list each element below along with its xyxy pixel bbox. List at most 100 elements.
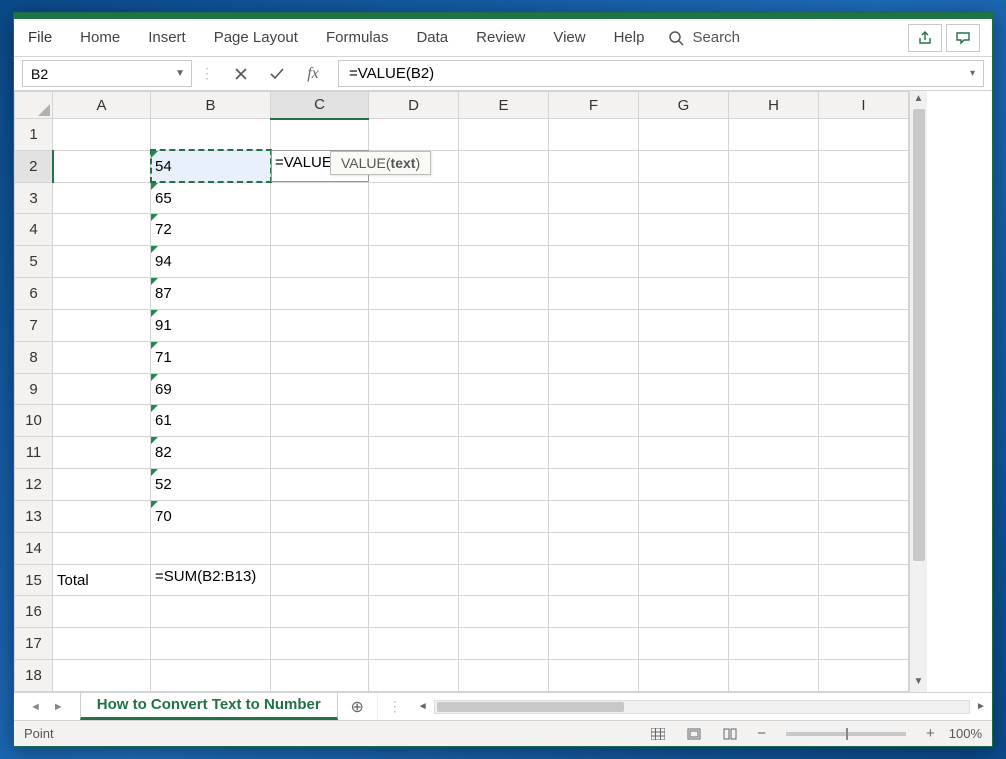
cell[interactable] [369, 278, 459, 310]
col-header-I[interactable]: I [819, 92, 909, 119]
cell[interactable] [819, 150, 909, 182]
cell[interactable] [819, 628, 909, 660]
cell-B15[interactable]: =SUM(B2:B13) [151, 564, 271, 596]
cell[interactable] [151, 628, 271, 660]
cell[interactable] [53, 405, 151, 437]
cell[interactable] [459, 437, 549, 469]
ribbon-tab-data[interactable]: Data [402, 21, 462, 54]
col-header-C[interactable]: C [271, 92, 369, 119]
cell[interactable] [819, 660, 909, 692]
cell-A15[interactable]: Total [53, 564, 151, 596]
cell[interactable] [639, 309, 729, 341]
cell[interactable] [271, 341, 369, 373]
cell[interactable] [53, 373, 151, 405]
cell-B11[interactable]: 82 [151, 437, 271, 469]
cell[interactable] [369, 532, 459, 564]
zoom-slider[interactable] [786, 732, 906, 736]
cell[interactable] [459, 214, 549, 246]
cell[interactable] [53, 628, 151, 660]
col-header-B[interactable]: B [151, 92, 271, 119]
row-header[interactable]: 16 [15, 596, 53, 628]
ribbon-tab-home[interactable]: Home [66, 21, 134, 54]
cell[interactable] [53, 469, 151, 501]
cell[interactable] [639, 628, 729, 660]
cell[interactable] [549, 278, 639, 310]
search-box[interactable]: Search [658, 25, 750, 50]
cell[interactable] [639, 214, 729, 246]
cell[interactable] [639, 564, 729, 596]
ribbon-tab-review[interactable]: Review [462, 21, 539, 54]
cell-B8[interactable]: 71 [151, 341, 271, 373]
ribbon-tab-insert[interactable]: Insert [134, 21, 200, 54]
cell[interactable] [271, 309, 369, 341]
row-header[interactable]: 11 [15, 437, 53, 469]
cell[interactable] [639, 437, 729, 469]
cell[interactable] [53, 309, 151, 341]
cell[interactable] [729, 182, 819, 214]
vertical-scrollbar[interactable]: ▲ ▼ [909, 91, 927, 692]
cell[interactable] [729, 532, 819, 564]
sheet-tab-active[interactable]: How to Convert Text to Number [80, 693, 338, 720]
sheet-prev-icon[interactable]: ◄ [30, 701, 41, 713]
cell[interactable] [271, 500, 369, 532]
cell[interactable] [459, 246, 549, 278]
ribbon-tab-help[interactable]: Help [600, 21, 659, 54]
cell[interactable] [819, 500, 909, 532]
cell[interactable] [819, 405, 909, 437]
row-header[interactable]: 6 [15, 278, 53, 310]
cell[interactable] [459, 150, 549, 182]
scroll-left-icon[interactable]: ◄ [416, 701, 430, 712]
cell-B3[interactable]: 65 [151, 182, 271, 214]
cell[interactable] [151, 596, 271, 628]
cell[interactable] [819, 278, 909, 310]
cancel-button[interactable] [230, 67, 252, 81]
cell[interactable] [549, 246, 639, 278]
cell[interactable] [459, 119, 549, 151]
cell[interactable] [459, 660, 549, 692]
cell[interactable] [271, 469, 369, 501]
sheet-next-icon[interactable]: ► [53, 701, 64, 713]
cell[interactable] [459, 278, 549, 310]
cell[interactable] [729, 405, 819, 437]
cell[interactable] [369, 119, 459, 151]
cell[interactable] [53, 341, 151, 373]
cell[interactable] [639, 405, 729, 437]
cell[interactable] [369, 405, 459, 437]
cell[interactable] [729, 214, 819, 246]
cell[interactable] [459, 341, 549, 373]
row-header[interactable]: 7 [15, 309, 53, 341]
cell[interactable] [639, 182, 729, 214]
row-header[interactable]: 3 [15, 182, 53, 214]
cell[interactable] [53, 500, 151, 532]
cell[interactable] [639, 373, 729, 405]
cell-B9[interactable]: 69 [151, 373, 271, 405]
cell[interactable] [459, 469, 549, 501]
cell[interactable] [459, 500, 549, 532]
cell[interactable] [369, 500, 459, 532]
cell[interactable] [729, 628, 819, 660]
cell[interactable] [53, 246, 151, 278]
formula-input[interactable]: =VALUE(B2) ▾ [338, 60, 984, 87]
cell[interactable] [819, 373, 909, 405]
cell[interactable] [271, 532, 369, 564]
cell[interactable] [369, 628, 459, 660]
cell[interactable] [53, 214, 151, 246]
cell[interactable] [369, 660, 459, 692]
cell-B6[interactable]: 87 [151, 278, 271, 310]
cell[interactable] [819, 469, 909, 501]
cell[interactable] [53, 660, 151, 692]
scroll-thumb[interactable] [912, 109, 926, 674]
cell[interactable] [819, 437, 909, 469]
enter-button[interactable] [266, 67, 288, 81]
name-box[interactable]: B2 ▼ [22, 60, 192, 87]
cell[interactable] [459, 182, 549, 214]
col-header-F[interactable]: F [549, 92, 639, 119]
view-page-break-button[interactable] [717, 725, 743, 743]
row-header[interactable]: 5 [15, 246, 53, 278]
cell[interactable] [459, 405, 549, 437]
cell[interactable] [369, 246, 459, 278]
cell[interactable] [369, 564, 459, 596]
cell[interactable] [639, 469, 729, 501]
insert-function-button[interactable]: fx [302, 65, 324, 83]
cell[interactable] [53, 119, 151, 151]
